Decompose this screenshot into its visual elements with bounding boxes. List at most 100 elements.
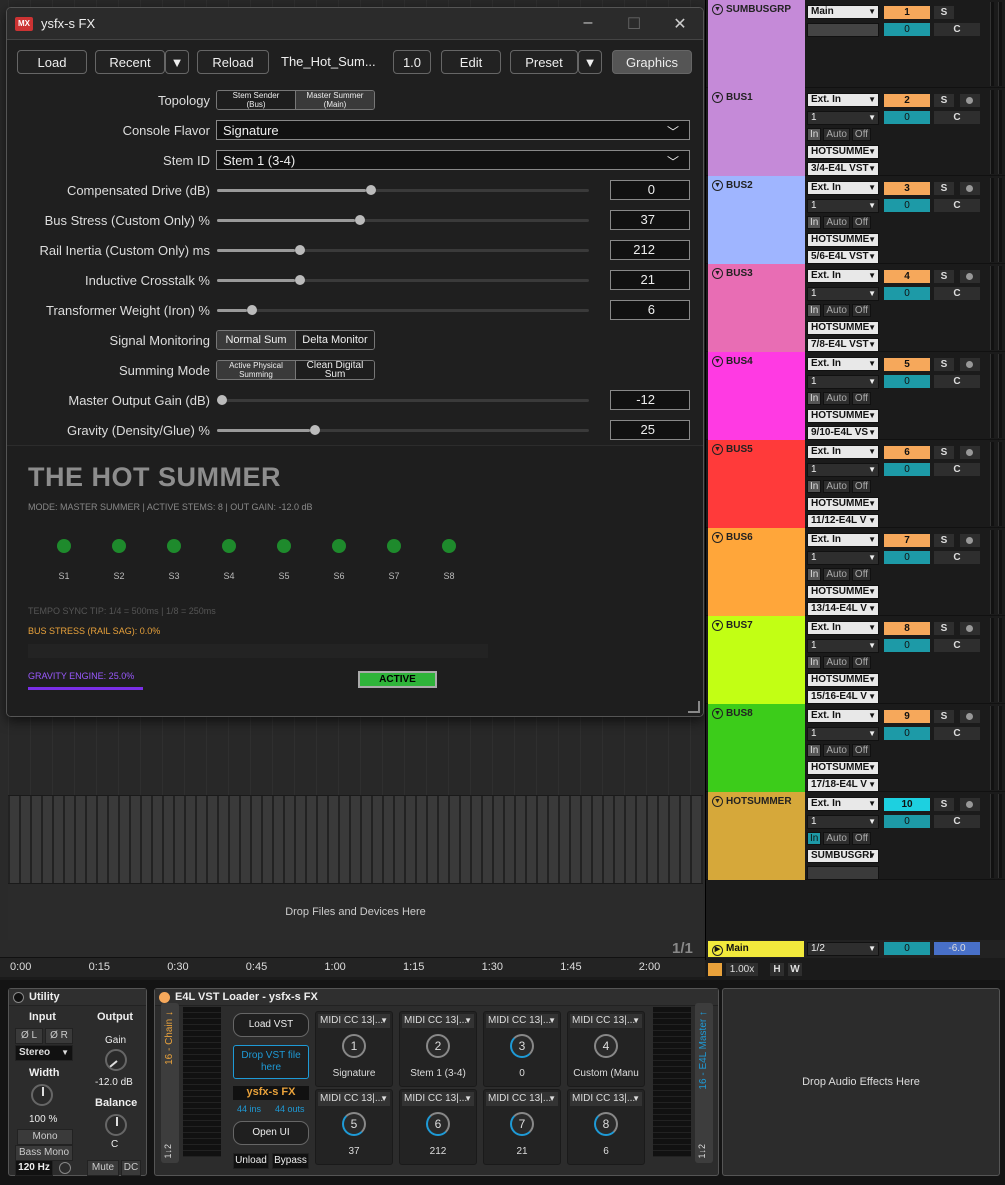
input-type-dropdown[interactable]: Ext. In ▼ [807, 709, 879, 723]
track-volume[interactable]: 0 [884, 375, 930, 388]
track-header[interactable]: ▼ BUS2 [708, 176, 805, 264]
track-volume[interactable]: 0 [884, 727, 930, 740]
monitor-in-button[interactable]: In [807, 656, 822, 669]
fold-icon[interactable]: ▼ [712, 532, 723, 543]
record-arm-button[interactable] [960, 798, 980, 811]
output-routing-dropdown[interactable]: 9/10-E4L VS ▼ [807, 426, 879, 440]
input-type-dropdown[interactable]: Ext. In ▼ [807, 445, 879, 459]
device-dropdown[interactable]: HOTSUMME ▼ [807, 673, 879, 687]
record-arm-button[interactable] [960, 182, 980, 195]
input-type-dropdown[interactable]: Main ▼ [807, 5, 879, 19]
solo-button[interactable]: S [934, 446, 954, 459]
monitor-in-button[interactable]: In [807, 480, 822, 493]
track-volume[interactable]: 0 [884, 815, 930, 828]
track-volume[interactable]: 0 [884, 551, 930, 564]
bass-mono-button[interactable]: Bass Mono [15, 1145, 73, 1161]
track-number[interactable]: 8 [884, 622, 930, 635]
track-number[interactable]: 10 [884, 798, 930, 811]
param-value-box[interactable]: 212 [610, 240, 690, 260]
device-dropdown[interactable]: HOTSUMME ▼ [807, 321, 879, 335]
fold-icon[interactable]: ▼ [712, 620, 723, 631]
output-routing-dropdown[interactable]: 15/16-E4L V ▼ [807, 690, 879, 704]
macro-mapping-dropdown[interactable]: MIDI CC 13|... ▼ [486, 1014, 558, 1028]
slider-handle[interactable] [310, 425, 320, 435]
track-volume[interactable]: 0 [884, 23, 930, 36]
w-button[interactable]: W [788, 963, 802, 976]
stem-id-dropdown[interactable]: Stem 1 (3-4) ﹀ [216, 150, 690, 170]
drop-files-area[interactable]: Drop Files and Devices Here [8, 884, 703, 940]
gain-knob[interactable] [105, 1049, 127, 1071]
topology-master-summer-option[interactable]: Master Summer (Main) [296, 91, 374, 109]
track-volume[interactable]: 0 [884, 287, 930, 300]
record-arm-button[interactable] [960, 534, 980, 547]
resize-handle-icon[interactable] [688, 701, 700, 713]
graphics-button[interactable]: Graphics [612, 50, 692, 74]
track-header[interactable]: ▼ SUMBUSGRP [708, 0, 805, 88]
group-output[interactable] [807, 23, 879, 37]
unload-button[interactable]: Unload [233, 1153, 269, 1169]
fold-icon[interactable]: ▼ [712, 268, 723, 279]
param-value-box[interactable]: 6 [610, 300, 690, 320]
fold-icon[interactable]: ▼ [712, 796, 723, 807]
device-dropdown[interactable]: HOTSUMME ▼ [807, 145, 879, 159]
fold-icon[interactable]: ▼ [712, 708, 723, 719]
monitor-in-button[interactable]: In [807, 744, 822, 757]
output-routing-dropdown[interactable]: 7/8-E4L VST ▼ [807, 338, 879, 352]
width-knob[interactable] [31, 1084, 53, 1106]
track-number[interactable]: 6 [884, 446, 930, 459]
record-arm-button[interactable] [960, 710, 980, 723]
open-ui-button[interactable]: Open UI [233, 1121, 309, 1145]
slider-handle[interactable] [295, 245, 306, 255]
macro-knob[interactable]: 7 [510, 1112, 534, 1136]
track-volume[interactable]: 0 [884, 111, 930, 124]
track-header[interactable]: ▼ BUS3 [708, 264, 805, 352]
plugin-titlebar[interactable]: MX ysfx-s FX – ☐ ✕ [7, 8, 703, 40]
sync-icon[interactable] [708, 963, 722, 976]
pan-center[interactable]: C [934, 287, 980, 300]
pan-center[interactable]: C [934, 23, 980, 36]
phase-left-button[interactable]: Ø L [15, 1028, 43, 1044]
slider-handle[interactable] [354, 215, 365, 225]
macro-knob[interactable]: 1 [342, 1034, 366, 1058]
h-button[interactable]: H [770, 963, 784, 976]
param-slider[interactable] [217, 245, 589, 255]
monitor-in-button[interactable]: In [807, 216, 822, 229]
vst-loader-title[interactable]: E4L VST Loader - ysfx-s FX [155, 989, 718, 1006]
track-header[interactable]: ▼ BUS8 [708, 704, 805, 792]
drop-audio-effects-area[interactable]: Drop Audio Effects Here [722, 988, 1000, 1176]
power-icon[interactable] [13, 992, 24, 1003]
minimize-button[interactable]: – [573, 14, 603, 34]
input-type-dropdown[interactable]: Ext. In ▼ [807, 269, 879, 283]
monitor-off-button[interactable]: Off [851, 128, 872, 141]
track-header[interactable]: ▼ BUS4 [708, 352, 805, 440]
dc-button[interactable]: DC [121, 1160, 141, 1176]
record-arm-button[interactable] [960, 358, 980, 371]
arrangement-lane-hotsummer[interactable] [8, 796, 703, 884]
macro-knob[interactable]: 6 [426, 1112, 450, 1136]
track-number[interactable]: 9 [884, 710, 930, 723]
clean-digital-sum-option[interactable]: Clean Digital Sum [296, 361, 374, 379]
macro-mapping-dropdown[interactable]: MIDI CC 13|... ▼ [486, 1092, 558, 1106]
monitor-in-button[interactable]: In [807, 304, 822, 317]
monitor-off-button[interactable]: Off [851, 656, 872, 669]
utility-title[interactable]: Utility [9, 989, 146, 1006]
monitor-auto-button[interactable]: Auto [823, 832, 850, 845]
input-channel-dropdown[interactable]: 1 ▼ [807, 375, 879, 389]
device-dropdown[interactable]: HOTSUMME ▼ [807, 409, 879, 423]
fold-icon[interactable]: ▼ [712, 356, 723, 367]
stereo-mode-dropdown[interactable]: Stereo ▼ [15, 1045, 73, 1061]
pan-center[interactable]: C [934, 199, 980, 212]
input-channel-dropdown[interactable]: 1 ▼ [807, 639, 879, 653]
param-value-box[interactable]: -12 [610, 390, 690, 410]
delta-monitor-option[interactable]: Delta Monitor [296, 331, 374, 349]
monitor-in-button[interactable]: In [807, 832, 822, 845]
speed-value[interactable]: 1.00x [726, 963, 758, 976]
input-type-dropdown[interactable]: Ext. In ▼ [807, 621, 879, 635]
input-channel-dropdown[interactable]: 1 ▼ [807, 463, 879, 477]
macro-mapping-dropdown[interactable]: MIDI CC 13|... ▼ [318, 1014, 390, 1028]
monitor-off-button[interactable]: Off [851, 568, 872, 581]
monitor-off-button[interactable]: Off [851, 392, 872, 405]
chain-output-strip[interactable]: 16 - E4L Master ↑ 1↓2 [695, 1003, 713, 1163]
pan-center[interactable]: C [934, 551, 980, 564]
macro-mapping-dropdown[interactable]: MIDI CC 13|... ▼ [570, 1014, 642, 1028]
